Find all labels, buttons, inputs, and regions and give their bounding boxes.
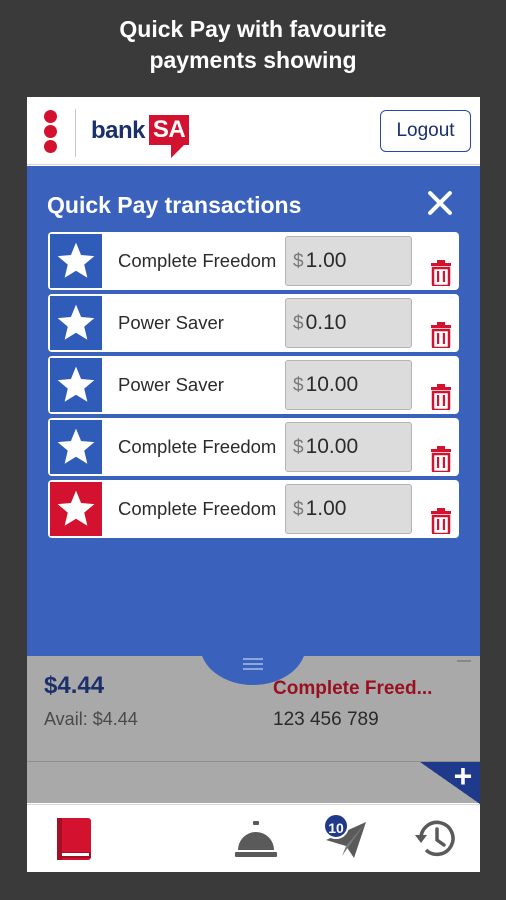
- account-available: Avail: $4.44: [44, 709, 138, 729]
- currency-symbol: $: [293, 437, 304, 458]
- account-separator: [27, 761, 480, 762]
- amount-value: 1.00: [305, 497, 347, 520]
- book-icon: [57, 818, 91, 860]
- bottom-nav: 10: [27, 804, 480, 872]
- bell-icon: [235, 821, 277, 857]
- star-icon[interactable]: [50, 358, 102, 412]
- hamburger-icon[interactable]: [243, 658, 263, 670]
- currency-symbol: $: [293, 251, 304, 272]
- star-icon[interactable]: [50, 234, 102, 288]
- screenshot-caption: Quick Pay with favourite payments showin…: [0, 14, 506, 76]
- logo-sa-text: SA: [149, 115, 189, 145]
- quick-pay-row[interactable]: Power Saver $0.10: [48, 294, 459, 352]
- quick-pay-row[interactable]: Complete Freedom $1.00: [48, 480, 459, 538]
- modal-title: Quick Pay transactions: [47, 192, 302, 218]
- amount-value: 1.00: [305, 249, 347, 272]
- logo-tail: [171, 144, 185, 158]
- quick-pay-row[interactable]: Complete Freedom $10.00: [48, 418, 459, 476]
- trash-icon[interactable]: [431, 508, 451, 536]
- star-icon[interactable]: [50, 296, 102, 350]
- nav-pay[interactable]: [317, 805, 375, 872]
- header-divider: [75, 109, 76, 157]
- add-icon[interactable]: +: [448, 760, 478, 792]
- nav-history[interactable]: [407, 805, 463, 872]
- account-number: 123 456 789: [273, 709, 379, 730]
- close-icon[interactable]: [426, 189, 454, 217]
- quick-pay-row[interactable]: Complete Freedom $1.00: [48, 232, 459, 290]
- caption-line-1: Quick Pay with favourite: [119, 16, 387, 42]
- logo-bank-text: bank: [91, 117, 146, 144]
- amount-input[interactable]: $10.00: [285, 360, 412, 410]
- amount-input[interactable]: $0.10: [285, 298, 412, 348]
- quick-pay-name: Power Saver: [118, 312, 224, 333]
- trash-icon[interactable]: [431, 260, 451, 288]
- quick-pay-name: Complete Freedom: [118, 436, 277, 457]
- phone-screen: bank SA Logout $4.44 Avail: $4.44 Comple…: [27, 97, 480, 872]
- amount-value: 0.10: [305, 311, 347, 334]
- menu-dots-icon[interactable]: [44, 110, 58, 154]
- currency-symbol: $: [293, 375, 304, 396]
- account-name: Complete Freed...: [273, 678, 433, 699]
- amount-input[interactable]: $1.00: [285, 484, 412, 534]
- currency-symbol: $: [293, 499, 304, 520]
- nav-accounts[interactable]: [49, 805, 99, 872]
- quick-pay-name: Complete Freedom: [118, 250, 277, 271]
- star-icon[interactable]: [50, 420, 102, 474]
- amount-input[interactable]: $10.00: [285, 422, 412, 472]
- quick-pay-name: Power Saver: [118, 374, 224, 395]
- trash-icon[interactable]: [431, 446, 451, 474]
- amount-value: 10.00: [305, 373, 359, 396]
- account-balance: $4.44: [44, 672, 105, 699]
- app-header: bank SA Logout: [27, 97, 480, 165]
- nav-concierge[interactable]: [231, 805, 281, 872]
- quick-pay-name: Complete Freedom: [118, 498, 277, 519]
- trash-icon[interactable]: [431, 384, 451, 412]
- amount-value: 10.00: [305, 435, 359, 458]
- trash-icon[interactable]: [431, 322, 451, 350]
- logout-button[interactable]: Logout: [380, 110, 471, 152]
- star-icon[interactable]: [50, 482, 102, 536]
- amount-input[interactable]: $1.00: [285, 236, 412, 286]
- quick-pay-row[interactable]: Power Saver $10.00: [48, 356, 459, 414]
- caption-line-2: payments showing: [149, 47, 357, 73]
- history-icon: [415, 820, 455, 857]
- notification-badge: 10: [323, 813, 349, 839]
- currency-symbol: $: [293, 313, 304, 334]
